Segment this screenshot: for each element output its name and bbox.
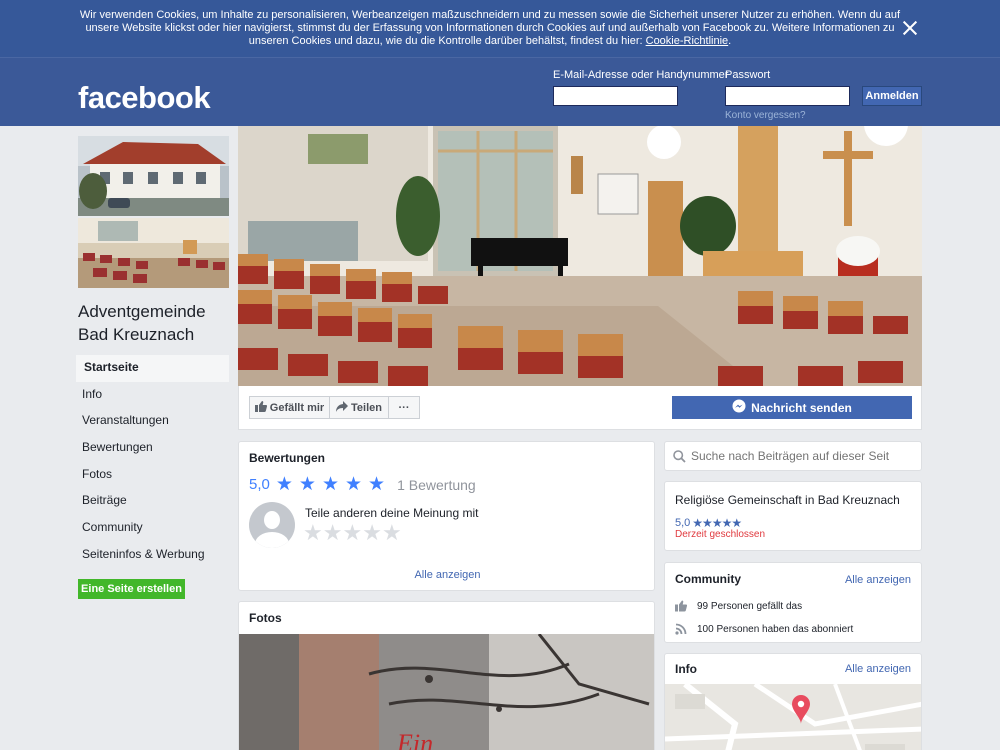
likes-count: 99 Personen gefällt das xyxy=(697,600,803,612)
email-label: E-Mail-Adresse oder Handynummer xyxy=(553,69,729,81)
nav-item-info[interactable]: Info xyxy=(74,382,229,409)
page-title-line2: Bad Kreuznach xyxy=(78,325,195,344)
page-search-box[interactable] xyxy=(664,441,922,471)
star-rating-icons: ★★★★★ xyxy=(692,516,742,530)
top-header: facebook E-Mail-Adresse oder Handynummer… xyxy=(0,57,1000,126)
nav-item-seiteninfos[interactable]: Seiteninfos & Werbung xyxy=(74,542,229,569)
about-rating-row: 5,0 ★★★★★ xyxy=(675,516,742,530)
nav-item-bewertungen[interactable]: Bewertungen xyxy=(74,435,229,462)
status-badge: Derzeit geschlossen xyxy=(675,529,766,540)
page-search-input[interactable] xyxy=(691,446,919,466)
cookie-banner-suffix: . xyxy=(728,35,732,47)
info-title: Info xyxy=(675,662,697,676)
like-button-label: Gefällt mir xyxy=(269,401,325,414)
info-card: Info Alle anzeigen xyxy=(664,653,922,750)
star-icon: ★ xyxy=(345,474,363,495)
create-page-button[interactable]: Eine Seite erstellen xyxy=(78,579,185,599)
search-icon xyxy=(673,450,686,468)
likes-row: 99 Personen gefällt das xyxy=(675,600,802,612)
avatar xyxy=(249,502,295,548)
nav-item-startseite[interactable]: Startseite xyxy=(74,355,229,382)
profile-photo-building[interactable] xyxy=(78,136,229,216)
send-message-label: Nachricht senden xyxy=(751,400,852,415)
photos-card: Fotos Ein xyxy=(238,601,655,750)
login-button[interactable]: Anmelden xyxy=(862,86,922,106)
close-icon[interactable] xyxy=(900,18,920,38)
reviews-card: Bewertungen 5,0 ★ ★ ★ ★ ★ 1 Bewertung Te… xyxy=(238,441,655,591)
reviews-show-all-link[interactable]: Alle anzeigen xyxy=(239,569,656,581)
share-arrow-icon xyxy=(336,400,348,415)
empty-star-icon[interactable]: ★ xyxy=(362,520,382,545)
photo-thumbnail[interactable]: Ein xyxy=(239,634,655,750)
empty-star-icon[interactable]: ★ xyxy=(342,520,362,545)
location-map[interactable] xyxy=(665,684,922,750)
send-message-button[interactable]: Nachricht senden xyxy=(672,396,912,419)
info-show-all-link[interactable]: Alle anzeigen xyxy=(845,663,911,675)
nav-item-beitraege[interactable]: Beiträge xyxy=(74,488,229,515)
community-card: Community Alle anzeigen 99 Personen gefä… xyxy=(664,562,922,643)
rate-stars-input[interactable]: ★★★★★ xyxy=(303,520,402,546)
thumbs-up-icon xyxy=(675,600,688,612)
empty-star-icon[interactable]: ★ xyxy=(382,520,402,545)
reviews-title: Bewertungen xyxy=(249,451,326,465)
messenger-icon xyxy=(732,399,746,416)
about-card: Religiöse Gemeinschaft in Bad Kreuznach … xyxy=(664,481,922,551)
photos-title: Fotos xyxy=(249,611,282,625)
cookie-banner: Wir verwenden Cookies, um Inhalte zu per… xyxy=(0,0,1000,57)
page-category[interactable]: Religiöse Gemeinschaft in Bad Kreuznach xyxy=(675,493,900,507)
forgot-account-link[interactable]: Konto vergessen? xyxy=(725,110,806,121)
empty-star-icon[interactable]: ★ xyxy=(323,520,343,545)
share-button-label: Teilen xyxy=(351,401,382,414)
star-icon: ★ xyxy=(298,474,316,495)
page-action-bar: Gefällt mir Teilen ··· Nachricht senden xyxy=(238,386,922,430)
review-prompt: Teile anderen deine Meinung mit xyxy=(305,506,479,520)
follows-row: 100 Personen haben das abonniert xyxy=(675,623,853,635)
about-score: 5,0 xyxy=(675,517,691,529)
empty-star-icon[interactable]: ★ xyxy=(303,520,323,545)
password-label: Passwort xyxy=(725,69,771,81)
svg-text:Ein: Ein xyxy=(396,729,433,750)
star-icon: ★ xyxy=(368,474,386,495)
cookie-policy-link[interactable]: Cookie-Richtlinie xyxy=(646,35,729,47)
nav-item-community[interactable]: Community xyxy=(74,515,229,542)
rss-icon xyxy=(675,623,687,635)
community-show-all-link[interactable]: Alle anzeigen xyxy=(845,574,911,586)
reviews-score: 5,0 xyxy=(249,476,270,493)
thumbs-up-icon xyxy=(254,400,267,415)
profile-photo-hall[interactable] xyxy=(78,218,229,288)
email-field[interactable] xyxy=(553,86,678,106)
nav-item-fotos[interactable]: Fotos xyxy=(74,462,229,489)
page-nav: Startseite Info Veranstaltungen Bewertun… xyxy=(74,355,229,569)
like-button[interactable]: Gefällt mir xyxy=(249,396,330,419)
page-title-line1: Adventgemeinde xyxy=(78,302,206,321)
reviews-rating-row: 5,0 ★ ★ ★ ★ ★ 1 Bewertung xyxy=(249,473,476,496)
facebook-logo[interactable]: facebook xyxy=(78,80,211,116)
more-options-button[interactable]: ··· xyxy=(389,396,420,419)
page-title: Adventgemeinde Bad Kreuznach xyxy=(78,300,238,346)
reviews-count: 1 Bewertung xyxy=(397,476,476,493)
password-field[interactable] xyxy=(725,86,850,106)
star-icon: ★ xyxy=(275,474,293,495)
follows-count: 100 Personen haben das abonniert xyxy=(697,623,854,635)
share-button[interactable]: Teilen xyxy=(330,396,389,419)
cookie-banner-text: Wir verwenden Cookies, um Inhalte zu per… xyxy=(79,9,901,47)
cover-photo[interactable] xyxy=(238,126,922,386)
community-title: Community xyxy=(675,572,741,586)
star-icon: ★ xyxy=(321,474,339,495)
nav-item-veranstaltungen[interactable]: Veranstaltungen xyxy=(74,408,229,435)
